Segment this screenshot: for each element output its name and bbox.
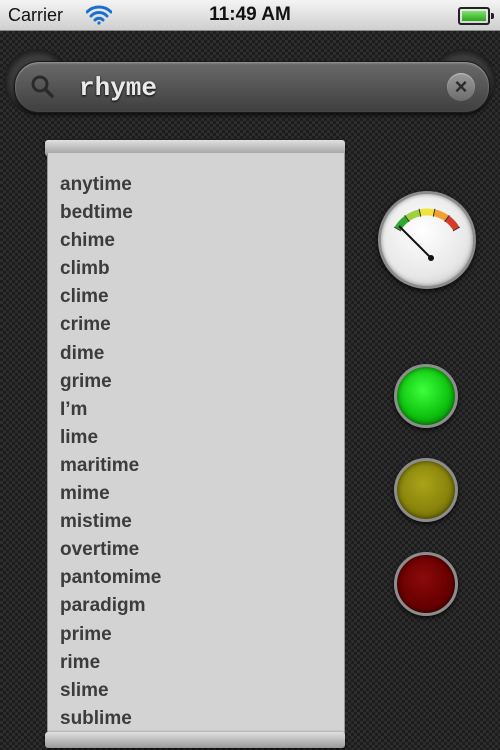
rhyme-list-item[interactable]: slime	[60, 677, 344, 705]
status-bar: Carrier 11:49 AM	[0, 0, 500, 31]
rhyme-list-item[interactable]: maritime	[60, 452, 344, 480]
rhyme-list-item[interactable]: I’m	[60, 396, 344, 424]
rhyme-list-item[interactable]: pantomime	[60, 564, 344, 592]
rhyme-list-item[interactable]: prime	[60, 621, 344, 649]
rhyme-list-item[interactable]: anytime	[60, 171, 344, 199]
rhyme-list-item[interactable]: climb	[60, 255, 344, 283]
rhyme-list-item[interactable]: overtime	[60, 536, 344, 564]
rhyme-list-item[interactable]: lime	[60, 424, 344, 452]
rhyme-results-list: anytime bedtime chime climb clime crime dime gr…	[48, 153, 344, 733]
rhyme-list-item[interactable]: rime	[60, 649, 344, 677]
search-icon	[31, 75, 54, 98]
rhyme-list-item[interactable]: mistime	[60, 508, 344, 536]
rhyme-list-item[interactable]: bedtime	[60, 199, 344, 227]
rhyme-list-item[interactable]: dime	[60, 340, 344, 368]
search-bar: ×	[14, 61, 490, 113]
rhyme-list-item[interactable]: mime	[60, 480, 344, 508]
yellow-light	[394, 458, 458, 522]
status-time: 11:49 AM	[209, 4, 291, 25]
rhyme-list-item[interactable]: grime	[60, 368, 344, 396]
meter-gauge-icon	[378, 191, 476, 289]
rhyme-list-item[interactable]: crime	[60, 311, 344, 339]
main-area: × anytimebedtimechimeclimbclimecrimedime…	[0, 31, 500, 750]
green-light	[394, 364, 458, 428]
clear-search-button[interactable]: ×	[447, 73, 475, 101]
rhyme-list-item[interactable]: chime	[60, 227, 344, 255]
list-panel-bottom-rod	[45, 732, 345, 748]
red-light	[394, 552, 458, 616]
battery-icon	[458, 7, 494, 25]
search-input[interactable]	[77, 71, 421, 105]
rhyme-list-item[interactable]: clime	[60, 283, 344, 311]
rhyme-list-item[interactable]: paradigm	[60, 592, 344, 620]
rhyme-list-item[interactable]: sublime	[60, 705, 344, 733]
rhyme-results-panel[interactable]: anytime bedtime chime climb clime crime dime gr…	[47, 153, 345, 736]
